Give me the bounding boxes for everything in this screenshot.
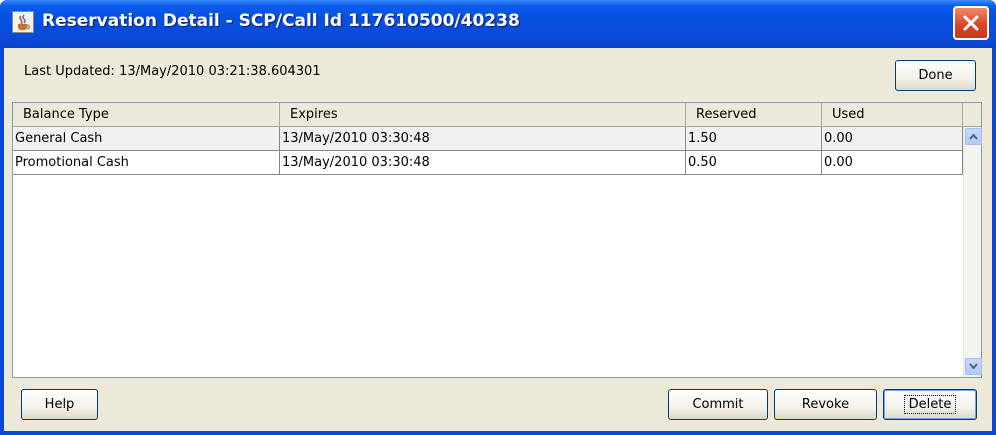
window-title: Reservation Detail - SCP/Call Id 1176105… (42, 11, 520, 31)
table-row[interactable]: General Cash 13/May/2010 03:30:48 1.50 0… (13, 127, 963, 151)
cell-reserved: 1.50 (686, 127, 822, 151)
scroll-down-button[interactable] (965, 358, 982, 375)
last-updated-label: Last Updated: 13/May/2010 03:21:38.60430… (24, 64, 321, 79)
close-icon (963, 15, 979, 31)
cell-used: 0.00 (822, 127, 963, 151)
delete-button-label: Delete (903, 395, 957, 414)
cell-reserved: 0.50 (686, 151, 822, 175)
close-button[interactable] (953, 6, 989, 40)
scroll-down-arrow-icon (969, 363, 978, 370)
column-header-reserved[interactable]: Reserved (686, 103, 822, 126)
column-header-balance-type[interactable]: Balance Type (13, 103, 280, 126)
help-button[interactable]: Help (21, 389, 98, 420)
done-button[interactable]: Done (895, 60, 976, 91)
cell-expires: 13/May/2010 03:30:48 (280, 151, 686, 175)
table-row[interactable]: Promotional Cash 13/May/2010 03:30:48 0.… (13, 151, 963, 175)
table-header-corner (963, 103, 981, 127)
java-cup-icon (12, 11, 34, 33)
revoke-button[interactable]: Revoke (774, 389, 877, 420)
cell-balance-type: Promotional Cash (13, 151, 280, 175)
cell-balance-type: General Cash (13, 127, 280, 151)
reservation-table: Balance Type Expires Reserved Used Gener… (12, 102, 982, 378)
vertical-scrollbar[interactable] (963, 127, 982, 377)
dialog-content: Last Updated: 13/May/2010 03:21:38.60430… (4, 48, 992, 431)
commit-button[interactable]: Commit (668, 389, 768, 420)
reservation-detail-window: Reservation Detail - SCP/Call Id 1176105… (0, 0, 996, 435)
scroll-up-arrow-icon (969, 133, 978, 140)
column-header-expires[interactable]: Expires (280, 103, 686, 126)
delete-button[interactable]: Delete (883, 389, 977, 420)
column-header-used[interactable]: Used (822, 103, 963, 126)
cell-expires: 13/May/2010 03:30:48 (280, 127, 686, 151)
title-bar[interactable]: Reservation Detail - SCP/Call Id 1176105… (0, 0, 996, 48)
table-header: Balance Type Expires Reserved Used (13, 103, 963, 127)
cell-used: 0.00 (822, 151, 963, 175)
scroll-up-button[interactable] (965, 128, 982, 145)
